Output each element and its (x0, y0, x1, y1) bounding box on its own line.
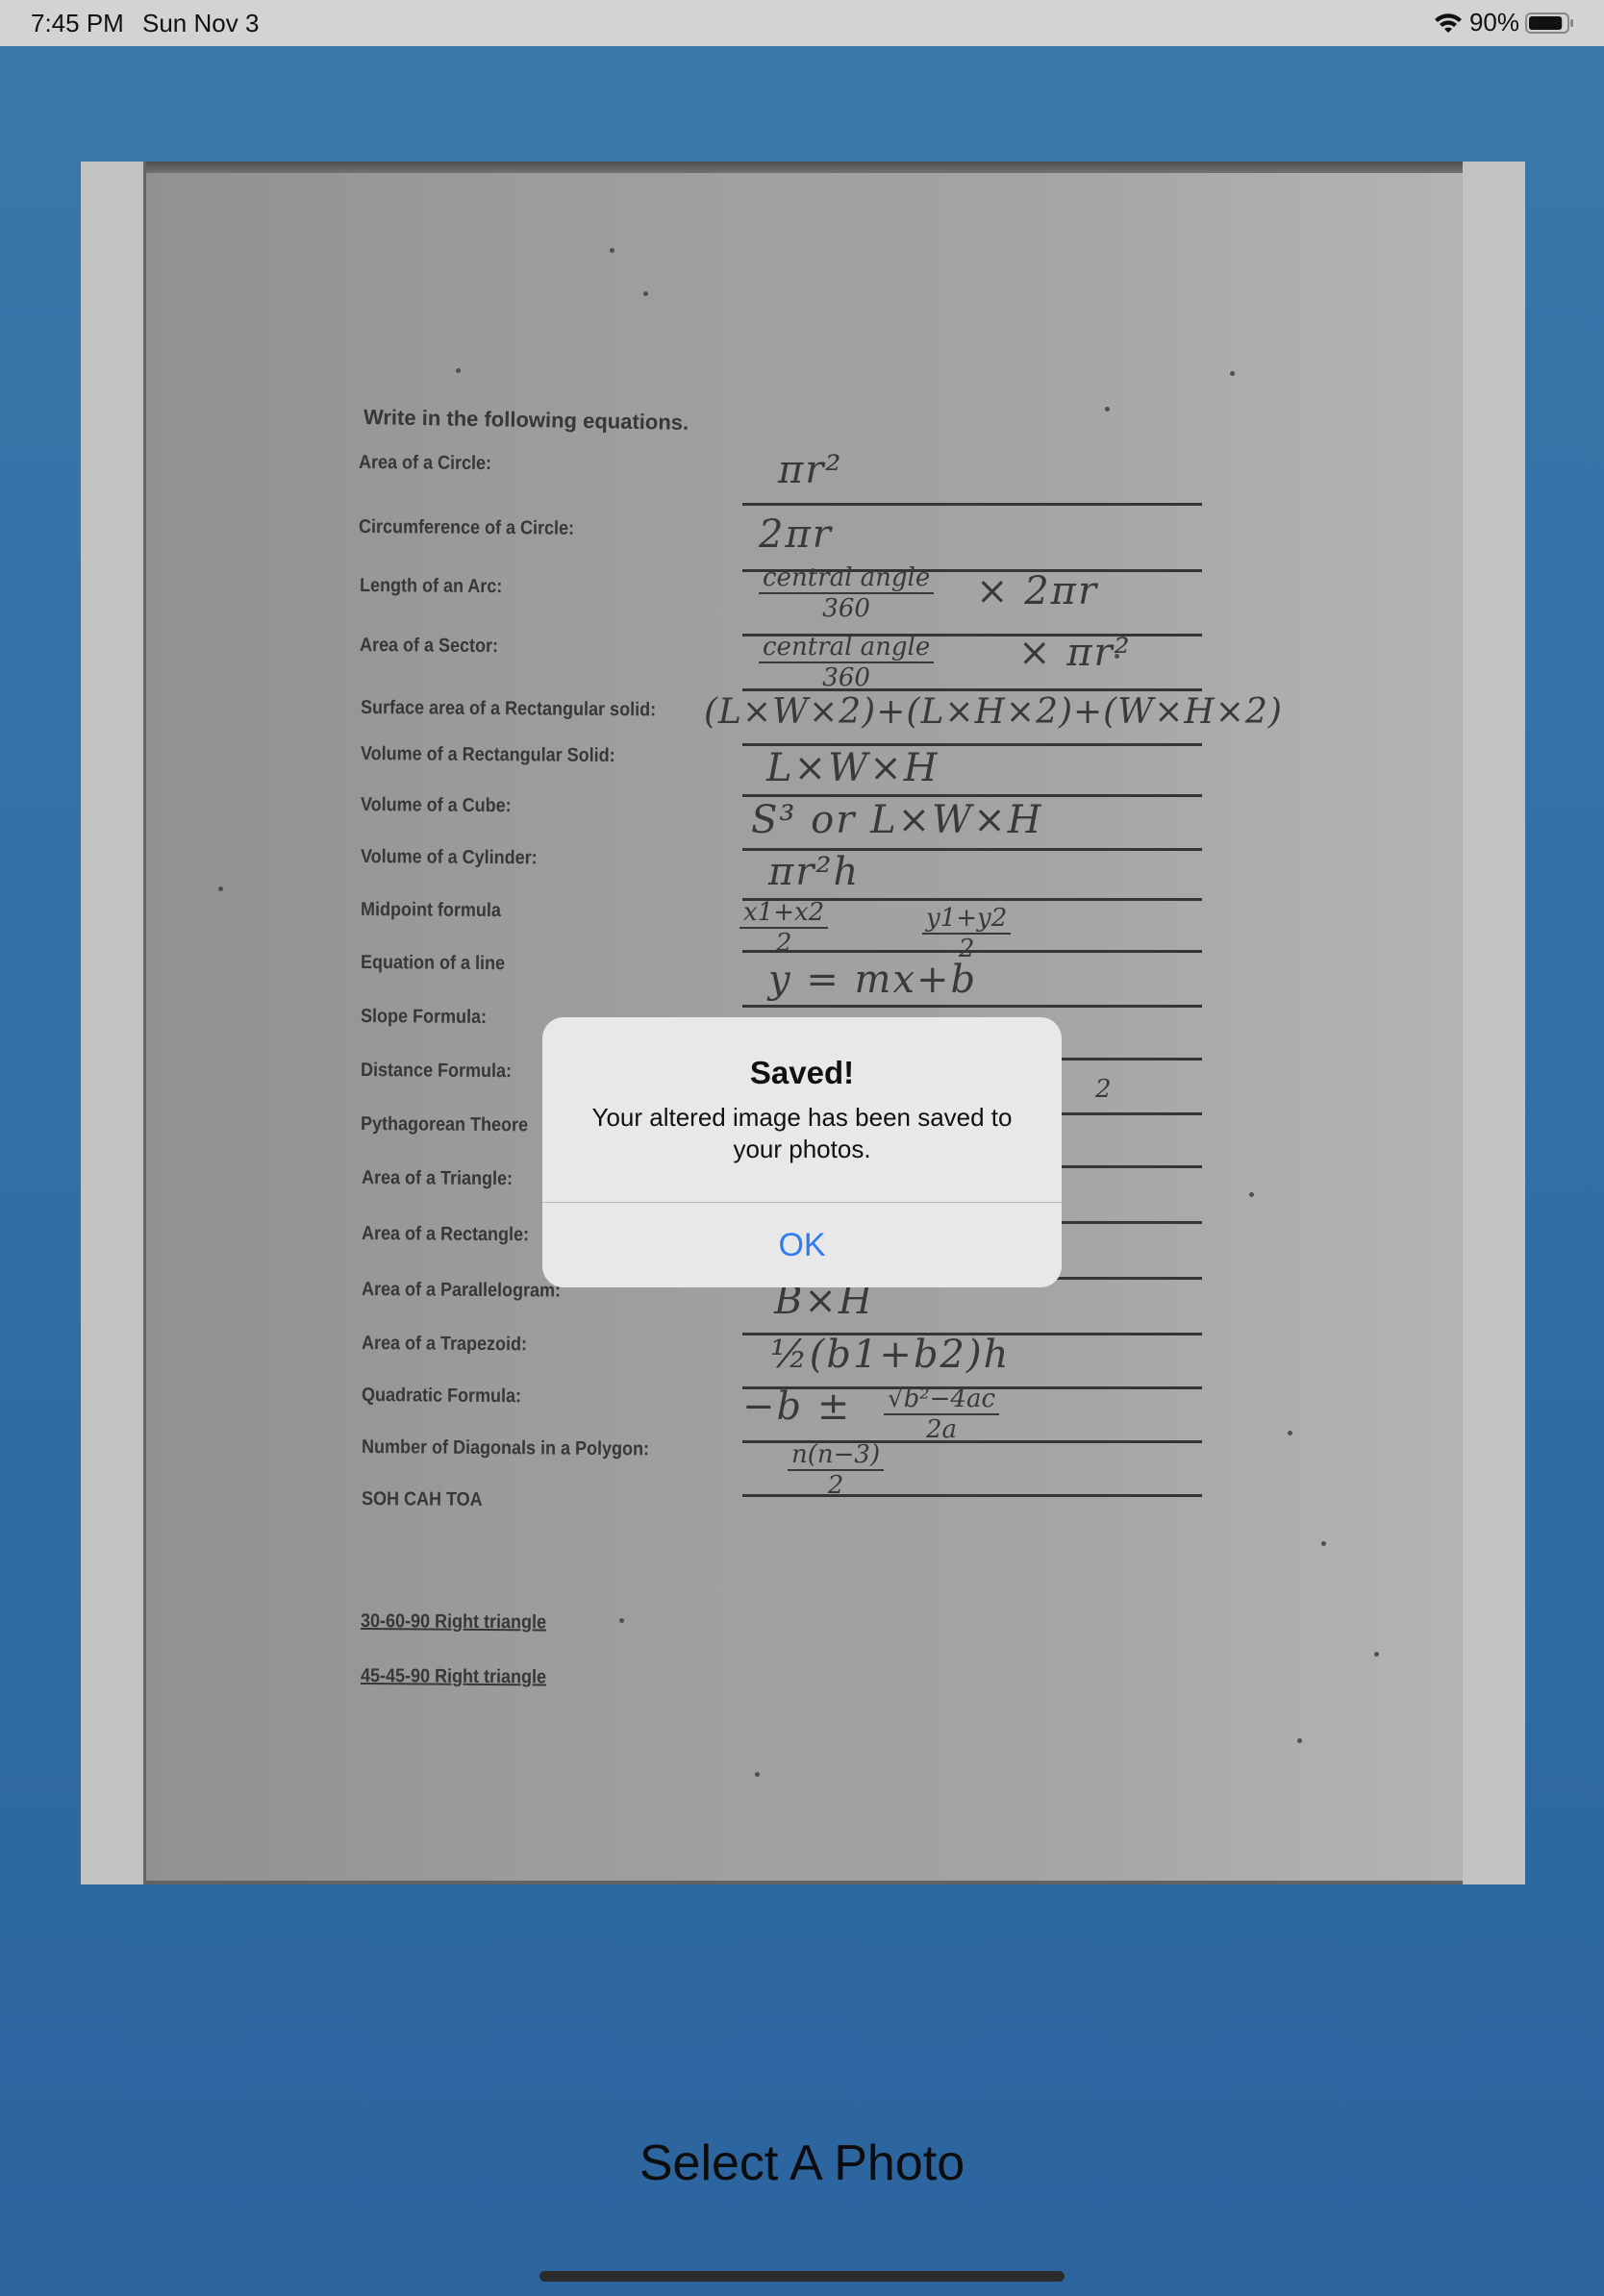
wifi-icon (1434, 12, 1462, 33)
status-time: 7:45 PM (31, 9, 124, 37)
status-date: Sun Nov 3 (142, 9, 260, 37)
home-indicator[interactable] (539, 2271, 1065, 2282)
status-bar: 7:45 PM Sun Nov 3 90% (0, 0, 1604, 46)
alert-title: Saved! (749, 1055, 855, 1090)
status-indicators: 90% (1433, 8, 1575, 37)
battery-icon (1525, 12, 1573, 34)
ok-button[interactable]: OK (542, 1203, 1062, 1287)
select-photo-button[interactable]: Select A Photo (0, 2134, 1604, 2192)
alert-message: Your altered image has been saved to you… (591, 1103, 1013, 1163)
saved-alert: Saved! Your altered image has been saved… (542, 1017, 1062, 1287)
battery-percent: 90% (1468, 8, 1519, 37)
